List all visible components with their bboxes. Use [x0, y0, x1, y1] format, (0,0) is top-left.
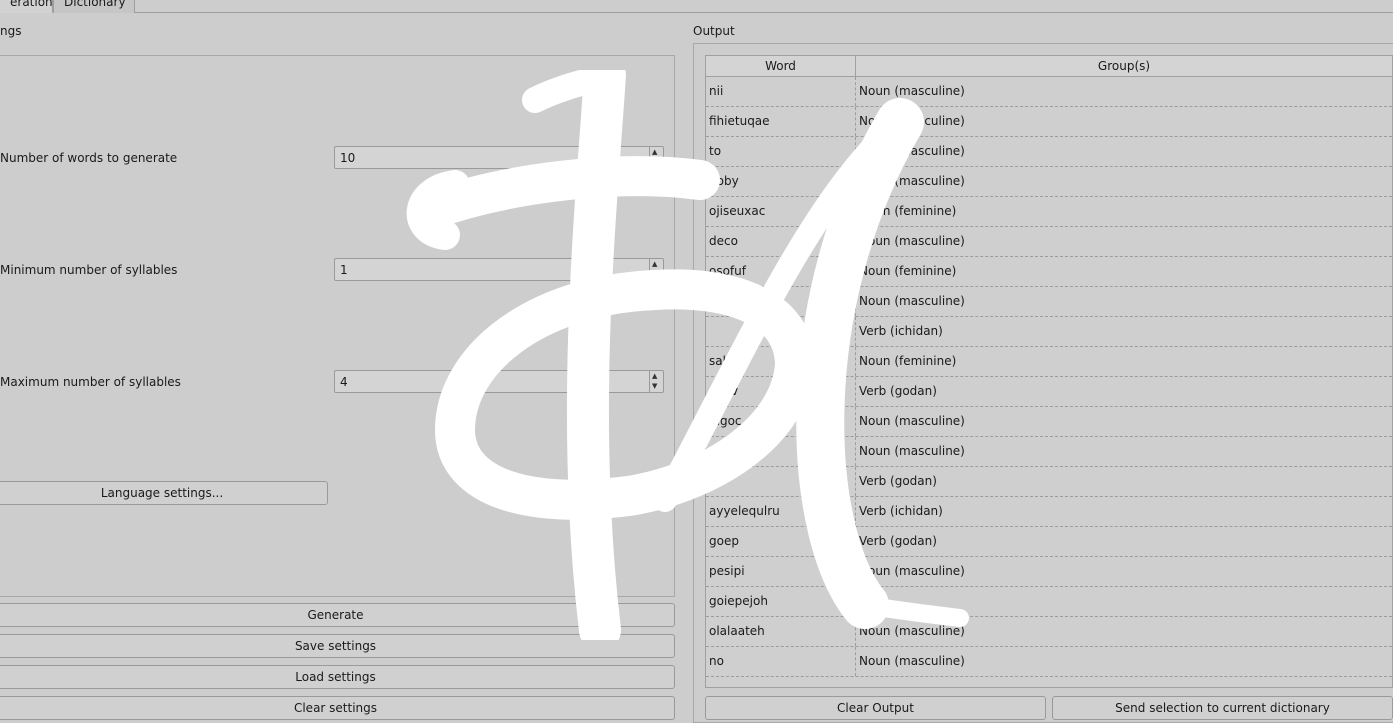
table-row[interactable]: goiepejoh: [706, 587, 1392, 617]
spin-up-icon[interactable]: ▲: [652, 261, 657, 268]
output-group-title: Output: [693, 24, 735, 38]
group-cell[interactable]: Noun (feminine): [856, 197, 1392, 226]
group-cell[interactable]: Noun (masculine): [856, 137, 1392, 166]
word-cell[interactable]: sab: [706, 347, 856, 376]
table-row[interactable]: pesipi Noun (masculine): [706, 557, 1392, 587]
group-cell[interactable]: Verb (ichidan): [856, 497, 1392, 526]
word-cell[interactable]: [706, 467, 856, 496]
word-cell[interactable]: fihietuqae: [706, 107, 856, 136]
group-cell[interactable]: Verb (ichidan): [856, 317, 1392, 346]
table-row[interactable]: osofuf Noun (feminine): [706, 257, 1392, 287]
table-row[interactable]: gigoc Noun (masculine): [706, 407, 1392, 437]
word-cell[interactable]: olalaateh: [706, 617, 856, 646]
table-row[interactable]: Verb (ichidan): [706, 317, 1392, 347]
word-cell[interactable]: goiepejoh: [706, 587, 856, 616]
word-cell[interactable]: ayyelequlru: [706, 497, 856, 526]
group-cell[interactable]: Noun (masculine): [856, 407, 1392, 436]
word-cell[interactable]: goep: [706, 527, 856, 556]
table-row[interactable]: ojiseuxac Noun (feminine): [706, 197, 1392, 227]
settings-group-title: ngs: [0, 24, 22, 38]
group-cell[interactable]: Noun (feminine): [856, 257, 1392, 286]
spin-down-icon[interactable]: ▼: [652, 271, 657, 278]
settings-frame: [0, 55, 675, 597]
table-row[interactable]: to Noun (masculine): [706, 137, 1392, 167]
word-cell[interactable]: [706, 317, 856, 346]
word-cell[interactable]: ojiseuxac: [706, 197, 856, 226]
group-cell[interactable]: Noun (masculine): [856, 617, 1392, 646]
clear-output-button[interactable]: Clear Output: [705, 696, 1046, 720]
group-cell[interactable]: Noun (masculine): [856, 107, 1392, 136]
group-cell[interactable]: Verb (godan): [856, 467, 1392, 496]
word-cell[interactable]: poby: [706, 167, 856, 196]
table-row[interactable]: sab Noun (feminine): [706, 347, 1392, 377]
group-cell[interactable]: Verb (godan): [856, 377, 1392, 406]
column-header-groups[interactable]: Group(s): [856, 56, 1392, 77]
tab-generation-label: eration: [10, 0, 53, 9]
group-cell[interactable]: Noun (masculine): [856, 647, 1392, 676]
spin-arrows[interactable]: ▲ ▼: [649, 371, 663, 392]
load-settings-button[interactable]: Load settings: [0, 665, 675, 689]
word-cell[interactable]: gol: [706, 287, 856, 316]
table-header: Word Group(s): [706, 56, 1392, 77]
output-table[interactable]: Word Group(s) nii Noun (masculine) fihietu…: [705, 55, 1393, 688]
word-cell[interactable]: deco: [706, 227, 856, 256]
group-cell[interactable]: Noun (feminine): [856, 347, 1392, 376]
group-cell[interactable]: Noun (masculine): [856, 287, 1392, 316]
group-cell[interactable]: [856, 587, 1392, 616]
words-count-spinbox[interactable]: 10 ▲ ▼: [334, 146, 664, 169]
min-syllables-label: Minimum number of syllables: [0, 263, 178, 277]
table-row[interactable]: poby Noun (masculine): [706, 167, 1392, 197]
table-row[interactable]: Verb (godan): [706, 467, 1392, 497]
column-header-word[interactable]: Word: [706, 56, 856, 77]
word-cell[interactable]: nii: [706, 77, 856, 106]
word-cell[interactable]: osofuf: [706, 257, 856, 286]
group-cell[interactable]: Noun (masculine): [856, 437, 1392, 466]
save-settings-button[interactable]: Save settings: [0, 634, 675, 658]
language-settings-button[interactable]: Language settings...: [0, 481, 328, 505]
group-cell[interactable]: Verb (godan): [856, 527, 1392, 556]
table-row[interactable]: ur Noun (masculine): [706, 437, 1392, 467]
spin-down-icon[interactable]: ▼: [652, 159, 657, 166]
generate-button[interactable]: Generate: [0, 603, 675, 627]
max-syllables-spinbox[interactable]: 4 ▲ ▼: [334, 370, 664, 393]
tab-dictionary-label: Dictionary: [64, 0, 126, 9]
spin-arrows[interactable]: ▲ ▼: [649, 147, 663, 168]
group-cell[interactable]: Noun (masculine): [856, 167, 1392, 196]
words-count-label: Number of words to generate: [0, 151, 178, 165]
group-cell[interactable]: Noun (masculine): [856, 227, 1392, 256]
table-row[interactable]: goep Verb (godan): [706, 527, 1392, 557]
word-cell[interactable]: goyv: [706, 377, 856, 406]
group-cell[interactable]: Noun (masculine): [856, 77, 1392, 106]
table-row[interactable]: gol Noun (masculine): [706, 287, 1392, 317]
min-syllables-spinbox[interactable]: 1 ▲ ▼: [334, 258, 664, 281]
word-cell[interactable]: pesipi: [706, 557, 856, 586]
spin-arrows[interactable]: ▲ ▼: [649, 259, 663, 280]
word-cell[interactable]: to: [706, 137, 856, 166]
tab-generation[interactable]: eration: [0, 0, 53, 13]
word-cell[interactable]: gigoc: [706, 407, 856, 436]
clear-settings-button[interactable]: Clear settings: [0, 696, 675, 720]
table-row[interactable]: ayyelequlru Verb (ichidan): [706, 497, 1392, 527]
word-cell[interactable]: no: [706, 647, 856, 676]
table-row[interactable]: deco Noun (masculine): [706, 227, 1392, 257]
max-syllables-value: 4: [340, 375, 348, 389]
table-row[interactable]: no Noun (masculine): [706, 647, 1392, 677]
max-syllables-label: Maximum number of syllables: [0, 375, 181, 389]
tab-bar-line: [0, 12, 1393, 13]
word-cell[interactable]: ur: [706, 437, 856, 466]
table-row[interactable]: olalaateh Noun (masculine): [706, 617, 1392, 647]
table-row[interactable]: fihietuqae Noun (masculine): [706, 107, 1392, 137]
table-row[interactable]: nii Noun (masculine): [706, 77, 1392, 107]
words-count-value: 10: [340, 151, 356, 165]
spin-up-icon[interactable]: ▲: [652, 373, 657, 380]
send-to-dictionary-button[interactable]: Send selection to current dictionary: [1052, 696, 1393, 720]
group-cell[interactable]: Noun (masculine): [856, 557, 1392, 586]
tab-dictionary[interactable]: Dictionary: [53, 0, 135, 13]
spin-up-icon[interactable]: ▲: [652, 149, 657, 156]
table-row[interactable]: goyv Verb (godan): [706, 377, 1392, 407]
min-syllables-value: 1: [340, 263, 348, 277]
spin-down-icon[interactable]: ▼: [652, 383, 657, 390]
